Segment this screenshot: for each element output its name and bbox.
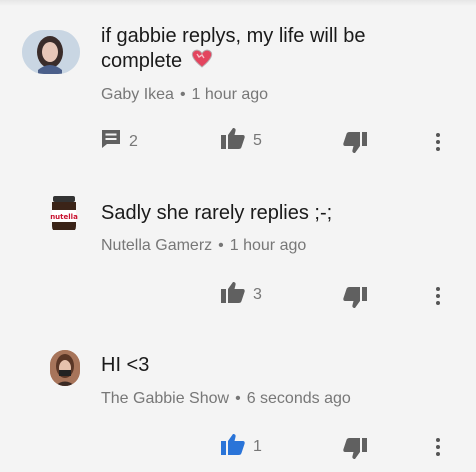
reply-icon [101,129,121,154]
author-name[interactable]: Gaby Ikea [101,86,174,103]
timestamp[interactable]: 1 hour ago [192,86,269,103]
author-name[interactable]: Nutella Gamerz [101,237,212,254]
timestamp[interactable]: 1 hour ago [230,237,307,254]
comment-meta: Nutella Gamerz • 1 hour ago [101,237,306,255]
like-button[interactable]: 5 [221,127,262,154]
svg-text:nutella: nutella [50,213,78,221]
comment-meta: The Gabbie Show • 6 seconds ago [101,390,351,408]
more-vert-icon[interactable] [432,285,444,307]
dislike-button[interactable] [343,438,367,465]
comment-text: if gabbie replys, my life will be comple… [101,25,366,74]
reply-count: 2 [129,132,138,150]
comment-text: Sadly she rarely replies ;-; [101,202,333,224]
thumbs-down-icon [343,132,367,159]
dislike-button[interactable] [343,287,367,314]
meta-separator: • [235,390,241,407]
heart-emoji-icon [190,48,214,74]
meta-separator: • [179,86,186,103]
avatar[interactable] [50,350,80,386]
like-button[interactable]: 1 [221,433,262,460]
comment-gaby-ikea: if gabbie replys, my life will be comple… [0,0,476,165]
reply-button[interactable]: 2 [101,129,138,154]
author-name[interactable]: The Gabbie Show [101,390,229,407]
meta-separator: • [218,237,224,254]
like-button[interactable]: 3 [221,281,262,308]
more-vert-icon[interactable] [432,436,444,458]
comment-text: HI <3 [101,354,150,376]
thumbs-up-icon [221,433,245,460]
dislike-button[interactable] [343,132,367,159]
more-vert-icon[interactable] [432,131,444,153]
thumbs-up-icon [221,127,245,154]
timestamp[interactable]: 6 seconds ago [247,390,351,407]
avatar[interactable]: nutella [47,196,81,230]
comment-meta: Gaby Ikea • 1 hour ago [101,86,268,104]
like-count: 1 [253,437,262,455]
like-count: 5 [253,131,262,149]
avatar[interactable] [22,30,80,74]
like-count: 3 [253,285,262,303]
thumbs-up-icon [221,281,245,308]
thumbs-down-icon [343,287,367,314]
thumbs-down-icon [343,438,367,465]
